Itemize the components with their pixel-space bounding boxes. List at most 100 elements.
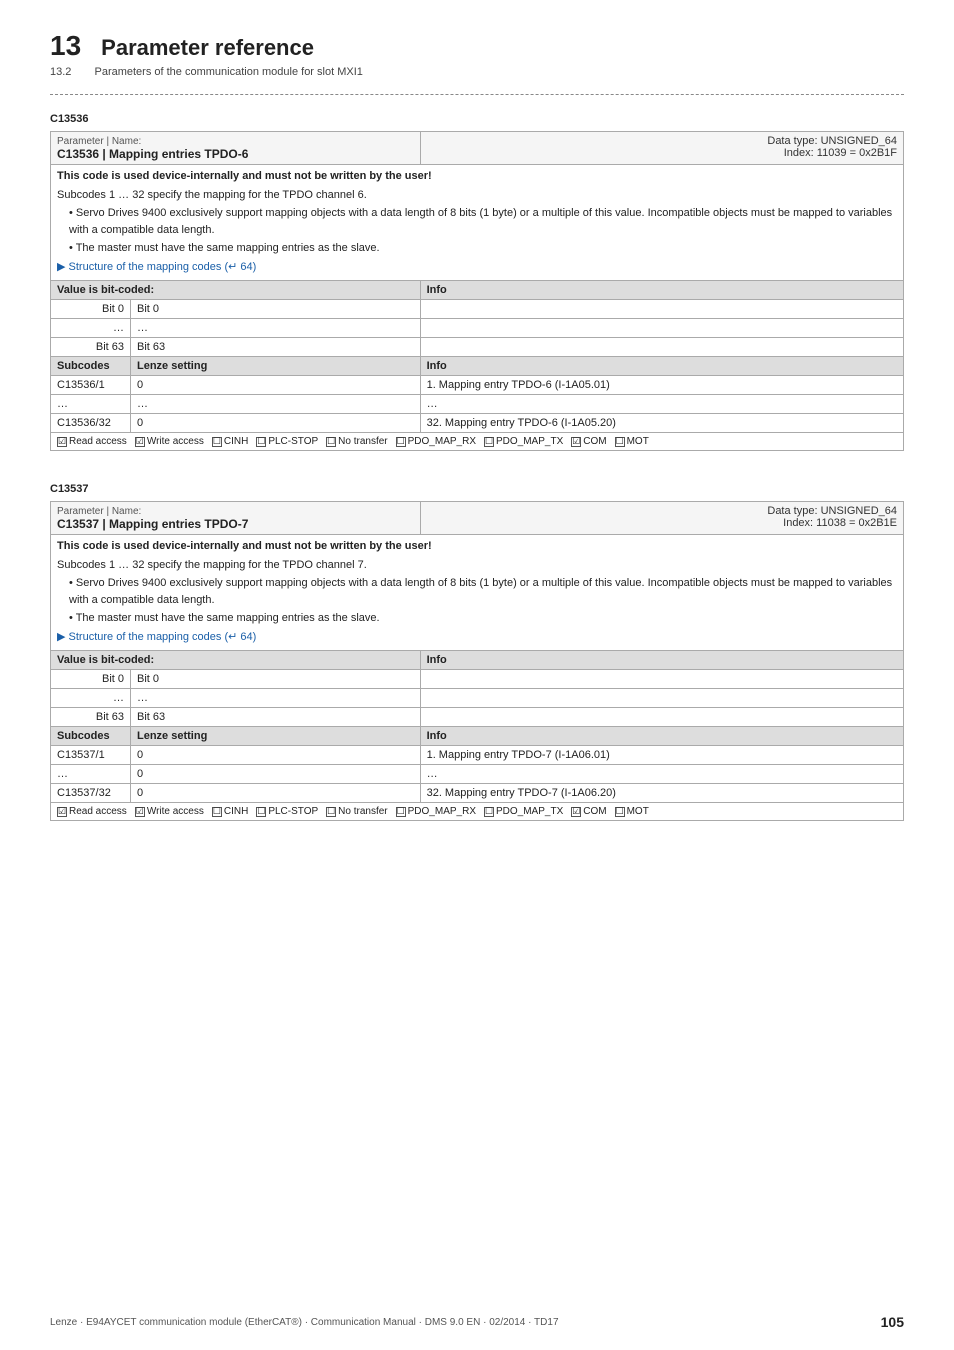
subcode-cell-2: 32. Mapping entry TPDO-7 (I-1A06.20): [420, 784, 903, 803]
bit-cell1: …: [51, 319, 131, 338]
subcode-row-C13536-2: C13536/32032. Mapping entry TPDO-6 (I-1A…: [51, 414, 904, 433]
subcode-row-C13537-0: C13537/101. Mapping entry TPDO-7 (I-1A06…: [51, 746, 904, 765]
bit-row-C13536-1: ……: [51, 319, 904, 338]
footer-check-3: ☐ PLC-STOP: [256, 806, 318, 817]
sub-chapter-title: Parameters of the communication module f…: [94, 66, 362, 78]
param-name-cell-C13537: Parameter | Name:C13537 | Mapping entrie…: [51, 502, 421, 535]
footer-row-C13536: ☑ Read access ☑ Write access ☐ CINH ☐ PLC-S…: [51, 433, 904, 451]
footer-check-8: ☐ MOT: [615, 806, 649, 817]
subcode-row-C13537-2: C13537/32032. Mapping entry TPDO-7 (I-1A…: [51, 784, 904, 803]
bit-cell3: [420, 670, 903, 689]
subcode-cell-1: 0: [131, 746, 421, 765]
bit-cell2: …: [131, 689, 421, 708]
bit-cell1: Bit 0: [51, 670, 131, 689]
sub-chapter-num: 13.2: [50, 66, 71, 78]
bit-cell3: [420, 300, 903, 319]
footer-check-2: ☐ CINH: [212, 806, 248, 817]
subcode-cell-2: 1. Mapping entry TPDO-7 (I-1A06.01): [420, 746, 903, 765]
sc-col-header-3-C13537: Info: [420, 727, 903, 746]
sc-col-header-1-C13536: Subcodes: [51, 357, 131, 376]
footer-check-0: ☑ Read access: [57, 436, 127, 447]
sc-col-header-1-C13537: Subcodes: [51, 727, 131, 746]
section-label-C13536: C13536: [50, 113, 904, 125]
bit-row-C13537-1: ……: [51, 689, 904, 708]
page-header: 13 Parameter reference: [50, 30, 904, 62]
footer-check-1: ☑ Write access: [135, 806, 204, 817]
footer-check-1: ☑ Write access: [135, 436, 204, 447]
footer-check-7: ☑ COM: [571, 436, 606, 447]
bit-cell3: [420, 319, 903, 338]
subcode-cell-0: C13537/32: [51, 784, 131, 803]
bit-col-header-1-C13536: Value is bit-coded:: [51, 281, 421, 300]
subcode-cell-0: …: [51, 765, 131, 784]
bit-cell1: …: [51, 689, 131, 708]
bit-row-C13537-0: Bit 0Bit 0: [51, 670, 904, 689]
bit-cell1: Bit 0: [51, 300, 131, 319]
page-footer: Lenze · E94AYCET communication module (E…: [0, 1314, 954, 1330]
bit-cell3: [420, 689, 903, 708]
footer-check-3: ☐ PLC-STOP: [256, 436, 318, 447]
sections-container: C13536 Parameter | Name:C13536 | Mapping …: [50, 113, 904, 821]
subcode-cell-0: C13536/32: [51, 414, 131, 433]
param-table-C13537: Parameter | Name:C13537 | Mapping entrie…: [50, 501, 904, 821]
description-cell-C13536: This code is used device-internally and …: [51, 165, 904, 281]
footer-check-6: ☐ PDO_MAP_TX: [484, 806, 563, 817]
bit-col-header-2-C13536: Info: [420, 281, 903, 300]
sc-col-header-2-C13536: Lenze setting: [131, 357, 421, 376]
footer-check-0: ☑ Read access: [57, 806, 127, 817]
footer-text: Lenze · E94AYCET communication module (E…: [50, 1317, 559, 1328]
subcode-cell-1: 0: [131, 414, 421, 433]
mapping-link-C13537[interactable]: ▶ Structure of the mapping codes (↵ 64): [57, 631, 256, 643]
mapping-link-C13536[interactable]: ▶ Structure of the mapping codes (↵ 64): [57, 261, 256, 273]
subcode-cell-1: 0: [131, 376, 421, 395]
param-table-C13536: Parameter | Name:C13536 | Mapping entrie…: [50, 131, 904, 451]
bit-cell3: [420, 338, 903, 357]
subcode-cell-0: C13536/1: [51, 376, 131, 395]
footer-check-8: ☐ MOT: [615, 436, 649, 447]
subcode-cell-1: 0: [131, 784, 421, 803]
bit-row-C13536-0: Bit 0Bit 0: [51, 300, 904, 319]
bit-cell2: Bit 63: [131, 708, 421, 727]
subcode-cell-0: C13537/1: [51, 746, 131, 765]
bit-cell1: Bit 63: [51, 708, 131, 727]
subcode-row-C13536-1: ………: [51, 395, 904, 414]
subcode-cell-0: …: [51, 395, 131, 414]
footer-check-4: ☐ No transfer: [326, 436, 387, 447]
subcode-cell-2: …: [420, 765, 903, 784]
param-data-type-C13536: Data type: UNSIGNED_64Index: 11039 = 0x2…: [420, 132, 903, 165]
bit-cell2: Bit 0: [131, 670, 421, 689]
bit-cell1: Bit 63: [51, 338, 131, 357]
chapter-title: Parameter reference: [101, 35, 314, 61]
footer-check-6: ☐ PDO_MAP_TX: [484, 436, 563, 447]
section-label-C13537: C13537: [50, 483, 904, 495]
subcode-cell-1: …: [131, 395, 421, 414]
sc-col-header-3-C13536: Info: [420, 357, 903, 376]
footer-check-5: ☐ PDO_MAP_RX: [396, 806, 476, 817]
footer-check-7: ☑ COM: [571, 806, 606, 817]
footer-row-C13537: ☑ Read access ☑ Write access ☐ CINH ☐ PLC-S…: [51, 803, 904, 821]
bit-col-header-2-C13537: Info: [420, 651, 903, 670]
chapter-number: 13: [50, 30, 81, 62]
param-name-cell-C13536: Parameter | Name:C13536 | Mapping entrie…: [51, 132, 421, 165]
footer-check-5: ☐ PDO_MAP_RX: [396, 436, 476, 447]
subcode-row-C13536-0: C13536/101. Mapping entry TPDO-6 (I-1A05…: [51, 376, 904, 395]
sub-chapter: 13.2 Parameters of the communication mod…: [50, 66, 904, 78]
subcode-row-C13537-1: …0…: [51, 765, 904, 784]
bit-cell2: …: [131, 319, 421, 338]
description-cell-C13537: This code is used device-internally and …: [51, 535, 904, 651]
bit-cell2: Bit 0: [131, 300, 421, 319]
bit-row-C13536-2: Bit 63Bit 63: [51, 338, 904, 357]
section-divider: [50, 94, 904, 95]
param-data-type-C13537: Data type: UNSIGNED_64Index: 11038 = 0x2…: [420, 502, 903, 535]
subcode-cell-2: …: [420, 395, 903, 414]
subcode-cell-1: 0: [131, 765, 421, 784]
footer-check-2: ☐ CINH: [212, 436, 248, 447]
footer-check-4: ☐ No transfer: [326, 806, 387, 817]
bit-col-header-1-C13537: Value is bit-coded:: [51, 651, 421, 670]
bit-cell2: Bit 63: [131, 338, 421, 357]
subcode-cell-2: 32. Mapping entry TPDO-6 (I-1A05.20): [420, 414, 903, 433]
page-number: 105: [881, 1314, 904, 1330]
bit-cell3: [420, 708, 903, 727]
bit-row-C13537-2: Bit 63Bit 63: [51, 708, 904, 727]
subcode-cell-2: 1. Mapping entry TPDO-6 (I-1A05.01): [420, 376, 903, 395]
